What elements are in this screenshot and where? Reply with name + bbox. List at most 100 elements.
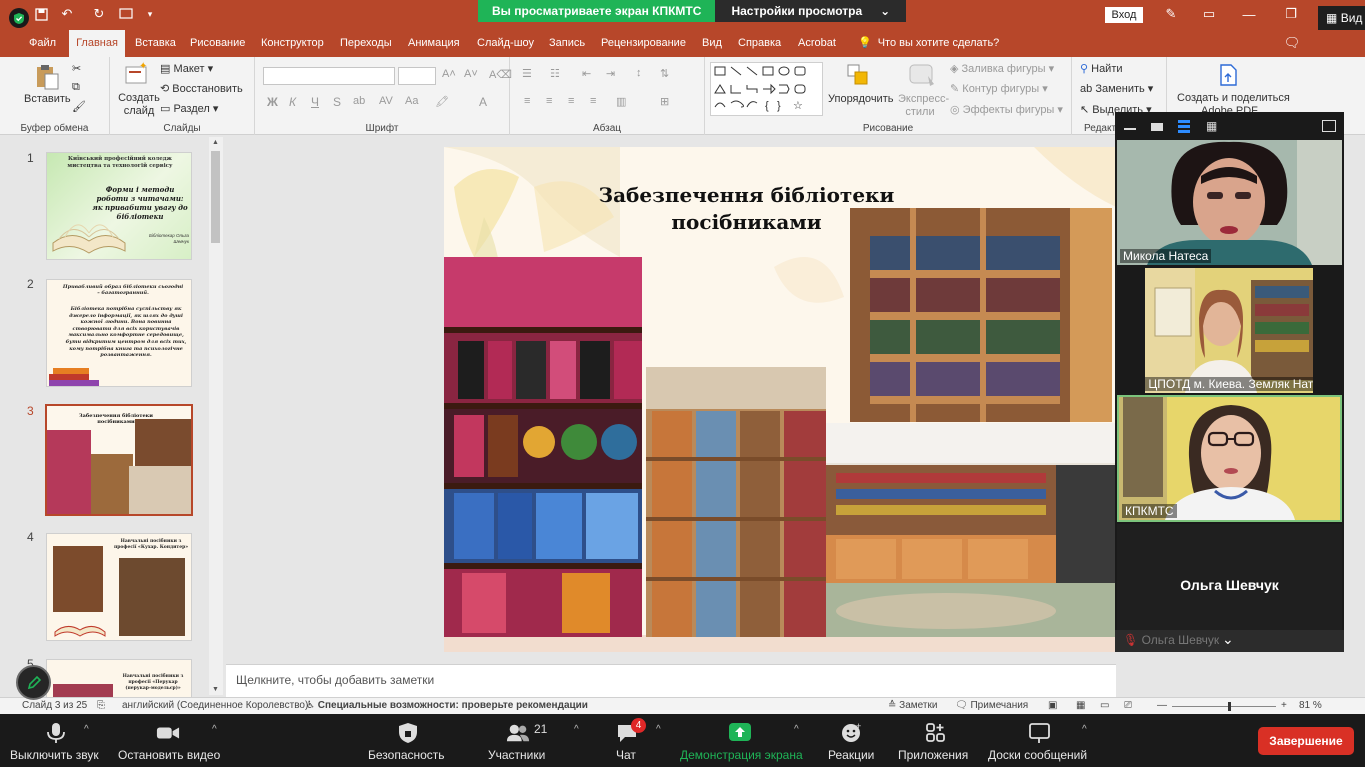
slideshow-start-icon[interactable]	[117, 5, 135, 23]
presenter-view-icon[interactable]: ⎚	[1124, 700, 1132, 711]
shape-outline-button[interactable]: ✎ Контур фигуры ▾	[950, 82, 1048, 95]
shapes-gallery[interactable]: {} ☆	[710, 62, 823, 116]
tab-draw[interactable]: Рисование	[184, 30, 251, 57]
mute-button[interactable]: ^ Выключить звук	[0, 714, 112, 767]
login-button[interactable]: Вход	[1105, 7, 1143, 23]
pop-out-icon[interactable]	[1322, 120, 1336, 132]
slide-thumbnail-3[interactable]: Забезпечення бібліотеки посібниками	[45, 404, 193, 516]
minimize-icon[interactable]: —	[1240, 5, 1258, 23]
numbering-icon[interactable]: ☷	[550, 67, 560, 80]
strip-view-icon[interactable]	[1178, 120, 1190, 133]
scroll-up-icon[interactable]: ▲	[212, 139, 219, 146]
tab-record[interactable]: Запись	[543, 30, 591, 57]
smartart-icon[interactable]: ⊞	[660, 95, 669, 108]
end-meeting-button[interactable]: Завершение	[1258, 727, 1354, 755]
pen-edit-icon[interactable]: ✎	[1162, 5, 1180, 23]
slide-sorter-icon[interactable]: ▦	[1076, 700, 1085, 711]
normal-view-icon[interactable]: ▣	[1048, 700, 1057, 711]
gallery-view-icon[interactable]: ▦	[1206, 120, 1219, 133]
chevron-up-icon[interactable]: ^	[574, 724, 579, 735]
apps-button[interactable]: Приложения	[894, 714, 978, 767]
tab-insert[interactable]: Вставка	[129, 30, 182, 57]
change-case-icon[interactable]: Aa	[405, 95, 418, 107]
tab-help[interactable]: Справка	[732, 30, 787, 57]
photo-book-stacks[interactable]	[646, 367, 826, 637]
language-status[interactable]: английский (Соединенное Королевство)	[122, 700, 308, 711]
cut-icon[interactable]: ✂	[72, 62, 81, 75]
annotate-pen-button[interactable]	[16, 665, 51, 700]
find-button[interactable]: ⚲ Найти	[1080, 62, 1123, 75]
ribbon-display-icon[interactable]: ▭	[1200, 5, 1218, 23]
text-direction-icon[interactable]: ⇅	[660, 67, 669, 80]
justify-icon[interactable]: ≡	[590, 95, 596, 107]
stop-video-button[interactable]: ^ Остановить видео	[112, 714, 228, 767]
font-size-combo[interactable]	[398, 67, 436, 85]
notes-toggle[interactable]: ≙ Заметки	[888, 700, 937, 711]
grow-font-icon[interactable]: A˄	[442, 68, 456, 80]
underline-button[interactable]: Ч	[311, 95, 319, 109]
photo-bookshelves[interactable]	[850, 208, 1112, 422]
slide-thumbnail-4[interactable]: Навчальні посібники з професії «Кухар. К…	[46, 533, 192, 641]
tab-slideshow[interactable]: Слайд-шоу	[471, 30, 540, 57]
whiteboards-button[interactable]: ^ Доски сообщений	[984, 714, 1096, 767]
thumbnail-scrollbar[interactable]: ▲ ▼	[209, 137, 223, 695]
arrange-button[interactable]: Упорядочить	[828, 93, 893, 105]
indent-icon[interactable]: ⇤	[582, 67, 591, 80]
speaker-view-icon[interactable]	[1151, 123, 1163, 131]
participant-tile-3[interactable]: КПКМТС	[1117, 395, 1342, 522]
chevron-up-icon[interactable]: ^	[1082, 724, 1087, 735]
scrollbar-thumb[interactable]	[211, 151, 220, 243]
adobe-create-label[interactable]: Создать и поделиться	[1177, 92, 1290, 104]
quick-styles-button[interactable]: Экспресс-стили	[898, 93, 949, 119]
layout-button[interactable]: ▤ Макет ▾	[160, 62, 213, 75]
tab-acrobat[interactable]: Acrobat	[792, 30, 842, 57]
highlight-icon[interactable]: 🖍	[435, 95, 449, 108]
zoom-slider[interactable]	[1172, 702, 1276, 711]
shape-fill-button[interactable]: ◈ Заливка фигуры ▾	[950, 62, 1054, 75]
participant-tile-2[interactable]: ДНЗ ЦПОТД м. Киева. Земляк Нат...	[1145, 268, 1313, 393]
tab-file[interactable]: Файл	[23, 30, 62, 57]
line-spacing-icon[interactable]: ↕	[636, 67, 642, 79]
bold-button[interactable]: Ж	[267, 95, 278, 109]
chevron-up-icon[interactable]: ^	[84, 724, 89, 735]
outdent-icon[interactable]: ⇥	[606, 67, 615, 80]
new-slide-button[interactable]: Создать слайд	[117, 92, 161, 118]
share-screen-button[interactable]: ^ Демонстрация экрана	[676, 714, 812, 767]
participants-button[interactable]: 21 ^ Участники	[482, 714, 592, 767]
section-button[interactable]: ▭ Раздел ▾	[160, 102, 218, 115]
reactions-button[interactable]: + Реакции	[822, 714, 884, 767]
slide-thumbnail-2[interactable]: Привабливий образ бібліотеки сьогодні – …	[46, 279, 192, 387]
tab-animations[interactable]: Анимация	[402, 30, 466, 57]
participant-tile-1[interactable]: Микола Натеса	[1117, 140, 1342, 265]
scroll-down-icon[interactable]: ▼	[212, 686, 219, 693]
chevron-up-icon[interactable]: ^	[212, 724, 217, 735]
comments-toggle[interactable]: 🗨 Примечания	[955, 700, 1028, 711]
tab-transitions[interactable]: Переходы	[334, 30, 398, 57]
view-settings-button[interactable]: Настройки просмотра ⌄	[715, 0, 907, 22]
undo-icon[interactable]: ↶	[58, 5, 76, 23]
spelling-icon[interactable]: ⎘	[97, 700, 105, 711]
align-right-icon[interactable]: ≡	[568, 95, 574, 107]
align-left-icon[interactable]: ≡	[524, 95, 530, 107]
tell-me-search[interactable]: 💡 Что вы хотите сделать?	[858, 30, 999, 57]
char-spacing-icon[interactable]: AV	[379, 95, 393, 107]
zoom-out-icon[interactable]: —	[1157, 700, 1167, 711]
tab-view[interactable]: Вид	[696, 30, 728, 57]
paste-icon[interactable]	[34, 63, 60, 90]
paste-button[interactable]: Вставить	[24, 93, 71, 105]
shrink-font-icon[interactable]: A˅	[464, 68, 478, 80]
slide-thumbnail-1[interactable]: Київський професійний коледж мистецтва т…	[46, 152, 192, 260]
security-button[interactable]: Безопасность	[362, 714, 452, 767]
slide-canvas[interactable]: Забезпечення бібліотеки посібниками	[444, 147, 1116, 652]
chevron-up-icon[interactable]: ^	[794, 724, 799, 735]
font-name-combo[interactable]	[263, 67, 395, 85]
shape-effects-button[interactable]: ◎ Эффекты фигуры ▾	[950, 103, 1063, 116]
zoom-level[interactable]: 81 %	[1299, 700, 1322, 711]
font-color-button[interactable]: A	[479, 95, 487, 109]
zoom-slider-knob[interactable]	[1228, 702, 1231, 711]
format-painter-icon[interactable]: 🖌	[72, 100, 86, 113]
customize-toolbar-icon[interactable]: ▾	[141, 5, 159, 23]
columns-icon[interactable]: ▥	[616, 95, 626, 108]
shadow-icon[interactable]: ab	[353, 95, 365, 107]
replace-button[interactable]: ab Заменить ▾	[1080, 82, 1153, 95]
